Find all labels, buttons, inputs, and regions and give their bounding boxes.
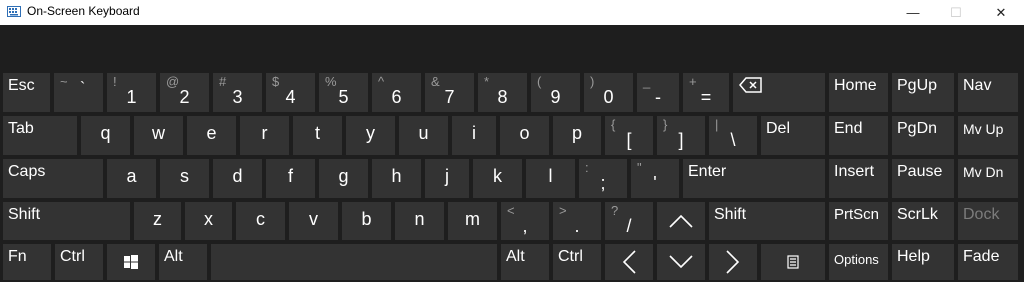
key-f[interactable]: f: [266, 159, 315, 198]
key-t[interactable]: t: [293, 116, 342, 155]
key-insert[interactable]: Insert: [829, 159, 888, 198]
key-menu[interactable]: [761, 244, 825, 280]
key-w[interactable]: w: [134, 116, 183, 155]
key-arrow-left[interactable]: [605, 244, 653, 280]
key-del[interactable]: Del: [761, 116, 825, 155]
key-a[interactable]: a: [107, 159, 156, 198]
key-q[interactable]: q: [81, 116, 130, 155]
key-caps[interactable]: Caps: [3, 159, 103, 198]
key-nav[interactable]: Nav: [958, 73, 1018, 112]
key-left-shift[interactable]: Shift: [3, 202, 130, 240]
key-backslash[interactable]: | \: [709, 116, 757, 155]
key-p[interactable]: p: [553, 116, 601, 155]
key-fade[interactable]: Fade: [958, 244, 1018, 280]
key-arrow-up[interactable]: [657, 202, 705, 240]
key-prtscn[interactable]: PrtScn: [829, 202, 888, 240]
key-o[interactable]: o: [500, 116, 549, 155]
key-s[interactable]: s: [160, 159, 209, 198]
key-left-alt[interactable]: Alt: [159, 244, 207, 280]
key-z[interactable]: z: [134, 202, 181, 240]
key-windows[interactable]: [107, 244, 155, 280]
key-minus[interactable]: _ -: [637, 73, 679, 112]
key-fn[interactable]: Fn: [3, 244, 51, 280]
key-n[interactable]: n: [395, 202, 444, 240]
key-1[interactable]: ! 1: [107, 73, 156, 112]
key-2[interactable]: @2: [160, 73, 209, 112]
key-pause[interactable]: Pause: [892, 159, 954, 198]
arrow-down-icon: [657, 244, 705, 280]
key-help[interactable]: Help: [892, 244, 954, 280]
key-d[interactable]: d: [213, 159, 262, 198]
minimize-button[interactable]: —: [890, 0, 936, 25]
key-comma[interactable]: <,: [501, 202, 549, 240]
key-right-alt[interactable]: Alt: [501, 244, 549, 280]
key-j[interactable]: j: [425, 159, 469, 198]
key-enter[interactable]: Enter: [683, 159, 825, 198]
window-title: On-Screen Keyboard: [27, 4, 140, 18]
key-dock[interactable]: Dock: [958, 202, 1018, 240]
key-mv-dn[interactable]: Mv Dn: [958, 159, 1018, 198]
key-y[interactable]: y: [346, 116, 395, 155]
key-options[interactable]: Options: [829, 244, 888, 280]
key-v[interactable]: v: [289, 202, 338, 240]
keyboard-icon: [7, 6, 21, 17]
key-3[interactable]: #3: [213, 73, 262, 112]
key-close-bracket[interactable]: }]: [657, 116, 705, 155]
backspace-icon: [739, 77, 763, 93]
key-open-bracket[interactable]: {[: [605, 116, 653, 155]
maximize-button[interactable]: ☐: [933, 0, 979, 25]
key-semicolon[interactable]: :;: [579, 159, 627, 198]
key-h[interactable]: h: [372, 159, 421, 198]
key-l[interactable]: l: [526, 159, 575, 198]
osk-window: On-Screen Keyboard — ☐ ✕ Esc ~ ` ! 1 @2 #3…: [0, 0, 1024, 282]
key-mv-up[interactable]: Mv Up: [958, 116, 1018, 155]
key-r[interactable]: r: [240, 116, 289, 155]
key-x[interactable]: x: [185, 202, 232, 240]
key-9[interactable]: (9: [531, 73, 580, 112]
key-scrlk[interactable]: ScrLk: [892, 202, 954, 240]
arrow-left-icon: [605, 244, 653, 280]
minimize-icon: —: [906, 5, 920, 20]
windows-logo-icon: [107, 244, 155, 280]
key-g[interactable]: g: [319, 159, 368, 198]
key-k[interactable]: k: [473, 159, 522, 198]
maximize-icon: ☐: [950, 4, 962, 20]
key-arrow-right[interactable]: [709, 244, 757, 280]
key-m[interactable]: m: [448, 202, 497, 240]
key-arrow-down[interactable]: [657, 244, 705, 280]
key-space[interactable]: [211, 244, 497, 280]
key-slash[interactable]: ? /: [605, 202, 653, 240]
title-bar: On-Screen Keyboard — ☐ ✕: [0, 0, 1024, 25]
key-home[interactable]: Home: [829, 73, 888, 112]
key-esc[interactable]: Esc: [3, 73, 50, 112]
key-5[interactable]: % 5: [319, 73, 368, 112]
key-0[interactable]: ) 0: [584, 73, 633, 112]
key-i[interactable]: i: [452, 116, 496, 155]
close-button[interactable]: ✕: [978, 0, 1024, 25]
key-end[interactable]: End: [829, 116, 888, 155]
key-tab[interactable]: Tab: [3, 116, 77, 155]
key-4[interactable]: $4: [266, 73, 315, 112]
key-equals[interactable]: + =: [683, 73, 729, 112]
close-icon: ✕: [995, 4, 1007, 20]
key-left-ctrl[interactable]: Ctrl: [55, 244, 103, 280]
key-pgup[interactable]: PgUp: [892, 73, 954, 112]
key-right-shift[interactable]: Shift: [709, 202, 825, 240]
key-quote[interactable]: " ': [631, 159, 679, 198]
key-7[interactable]: & 7: [425, 73, 474, 112]
context-menu-icon: [761, 244, 825, 280]
key-period[interactable]: >.: [553, 202, 601, 240]
key-u[interactable]: u: [399, 116, 448, 155]
key-pgdn[interactable]: PgDn: [892, 116, 954, 155]
key-backtick[interactable]: ~ `: [54, 73, 103, 112]
arrow-right-icon: [709, 244, 757, 280]
key-e[interactable]: e: [187, 116, 236, 155]
key-backspace[interactable]: [733, 73, 825, 112]
key-c[interactable]: c: [236, 202, 285, 240]
key-6[interactable]: ^ 6: [372, 73, 421, 112]
key-b[interactable]: b: [342, 202, 391, 240]
key-right-ctrl[interactable]: Ctrl: [553, 244, 601, 280]
arrow-up-icon: [657, 202, 705, 240]
key-8[interactable]: * 8: [478, 73, 527, 112]
